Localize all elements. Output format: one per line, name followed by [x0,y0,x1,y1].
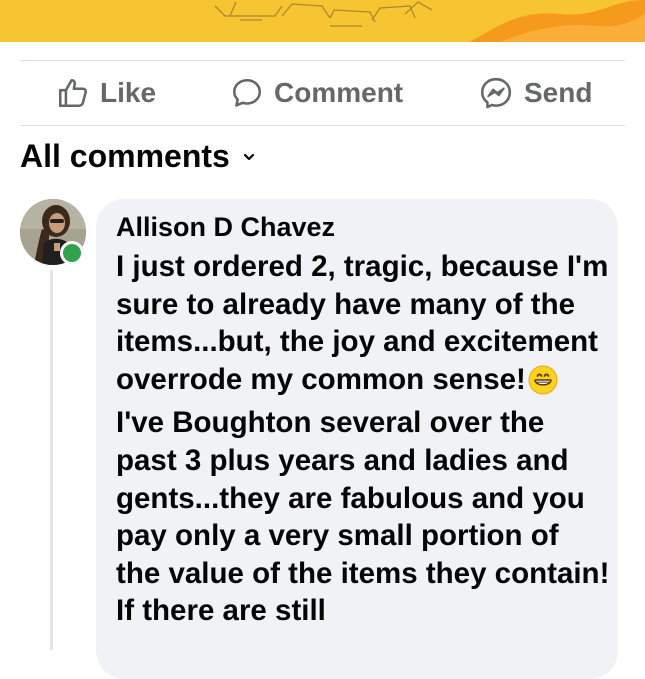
post-image-banner[interactable] [0,0,645,42]
comment-paragraph-1: I just ordered 2, tragic, because I'm su… [116,248,611,404]
like-label: Like [100,77,157,108]
comment-button[interactable]: Comment [230,62,403,124]
online-status-dot [60,241,84,265]
comment-icon [230,76,264,110]
post-action-bar: Like Comment Send [20,62,625,124]
comment-body: I just ordered 2, tragic, because I'm su… [116,248,611,630]
like-button[interactable]: Like [56,62,156,124]
send-button[interactable]: Send [478,62,592,124]
comment-paragraph-2: I've Boughton several over the past 3 pl… [116,406,610,628]
banner-illustration [214,0,645,42]
comment-label: Comment [274,77,404,108]
grinning-face-emoji [528,365,558,405]
chevron-down-icon [242,150,256,164]
comment-author[interactable]: Allison D Chavez [116,212,335,243]
messenger-icon [478,75,514,111]
divider-bottom [20,125,625,126]
divider-top [20,60,625,61]
commenter-avatar[interactable] [20,199,86,265]
comment-sort-label: All comments [20,138,230,174]
send-label: Send [524,77,593,108]
thumbs-up-icon [56,76,90,110]
comment-sort-dropdown[interactable]: All comments [20,138,256,175]
thread-line [50,270,53,650]
